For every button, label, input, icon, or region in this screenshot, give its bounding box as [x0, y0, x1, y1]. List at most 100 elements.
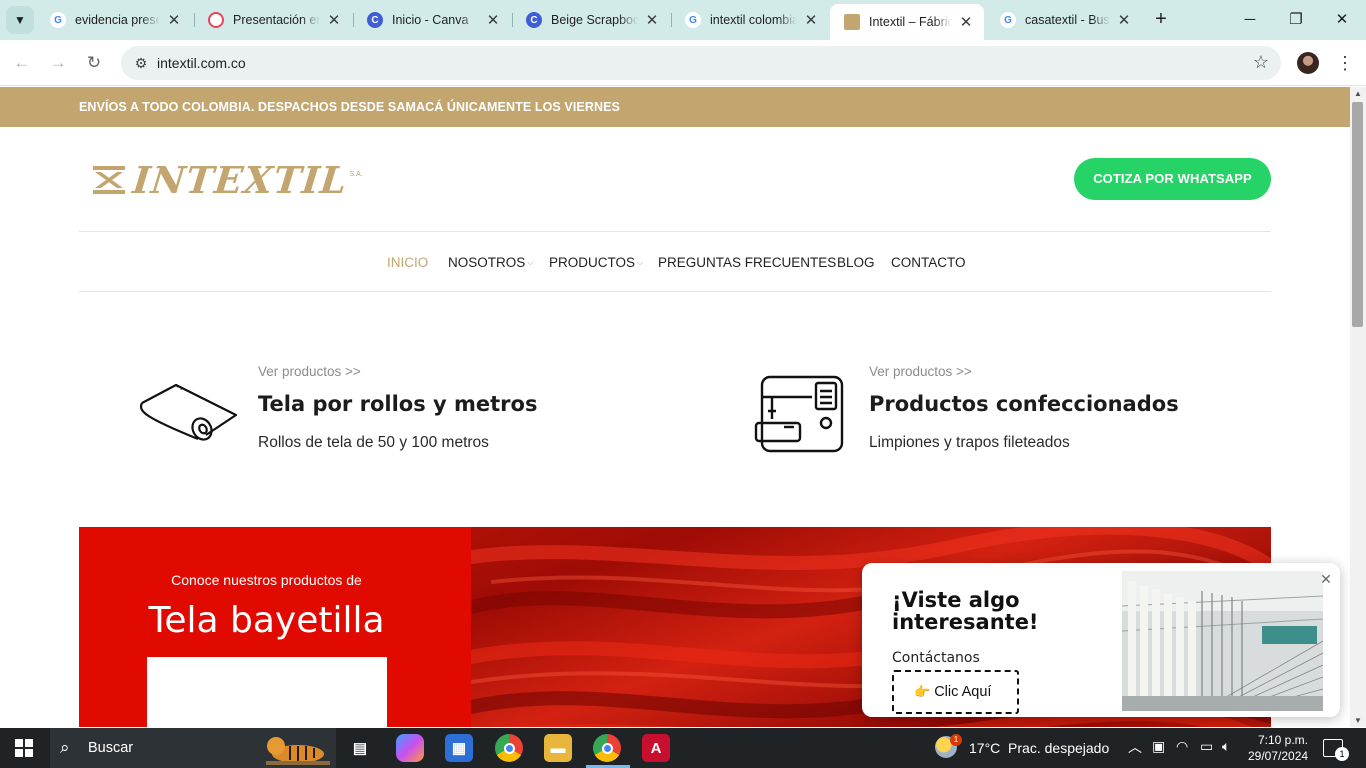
back-arrow-icon[interactable]: ← — [10, 51, 34, 75]
scroll-down-arrow-icon[interactable]: ▼ — [1354, 716, 1362, 725]
close-tab-icon[interactable]: ✕ — [166, 11, 182, 29]
new-tab-button[interactable]: + — [1150, 8, 1172, 30]
ver-productos-link[interactable]: Ver productos >> — [869, 364, 972, 379]
microsoft-store-icon[interactable]: ▦ — [445, 734, 473, 762]
task-view-icon[interactable]: ▤ — [346, 734, 374, 762]
minimize-window-button[interactable]: ─ — [1238, 8, 1262, 32]
nav-item-inicio[interactable]: INICIO — [387, 255, 428, 270]
nav-label: INICIO — [387, 255, 429, 270]
popup-subtitle: Contáctanos — [892, 650, 980, 666]
file-explorer-icon[interactable]: ▬ — [544, 734, 572, 762]
volume-icon[interactable]: 🔈︎ — [1222, 738, 1230, 768]
tiger-illustration-icon — [266, 737, 330, 765]
restore-window-button[interactable]: ❐ — [1284, 8, 1308, 32]
browser-tab[interactable]: G intextil colombia ✕ — [671, 4, 829, 36]
close-popup-icon[interactable]: ✕ — [1318, 571, 1334, 587]
sewing-machine-icon — [754, 375, 844, 453]
nav-item-productos[interactable]: PRODUCTOS ⌵ — [549, 255, 643, 270]
battery-icon[interactable]: ▭ — [1200, 738, 1213, 768]
nav-item-contacto[interactable]: CONTACTO — [891, 255, 966, 270]
nav-label: NOSOTROS — [448, 255, 526, 270]
banner-promo-panel: Conoce nuestros productos de Tela bayeti… — [79, 527, 471, 727]
copilot-icon[interactable] — [396, 734, 424, 762]
close-tab-icon[interactable]: ✕ — [326, 11, 342, 29]
web-page: ENVÍOS A TODO COLOMBIA. DESPACHOS DESDE … — [0, 87, 1350, 727]
banner-product-image — [147, 657, 387, 727]
page-scrollbar[interactable]: ▲ ▼ — [1350, 87, 1366, 727]
browser-tab[interactable]: C Beige Scrapbook ✕ — [512, 4, 670, 36]
pointing-hand-icon: 👉 — [914, 684, 931, 699]
tab-title: Intextil – Fábrica — [869, 15, 952, 29]
nav-label: BLOG — [837, 255, 875, 270]
slides-icon — [208, 12, 224, 28]
popup-cta-button[interactable]: 👉 Clic Aquí — [892, 670, 1019, 714]
tab-title: Inicio - Canva — [392, 13, 469, 27]
google-icon: G — [1000, 12, 1016, 28]
browser-tab[interactable]: G casatextil - Busc ✕ — [986, 4, 1142, 36]
banner-subtitle: Conoce nuestros productos de — [171, 572, 362, 588]
clock-time: 7:10 p.m. — [1257, 733, 1308, 747]
close-tab-icon[interactable]: ✕ — [1116, 11, 1132, 29]
windows-start-icon[interactable] — [15, 739, 33, 757]
browser-tab[interactable]: C Inicio - Canva ✕ — [353, 4, 511, 36]
google-icon: G — [50, 12, 66, 28]
scrollbar-thumb[interactable] — [1352, 102, 1363, 327]
bookmark-star-icon[interactable]: ☆ — [1253, 52, 1269, 73]
site-info-icon[interactable]: ⚙ — [131, 53, 151, 73]
forward-arrow-icon[interactable]: → — [46, 51, 70, 75]
nav-item-blog[interactable]: BLOG — [837, 255, 875, 270]
site-logo[interactable]: INTEXTIL S.A. — [91, 158, 363, 202]
acrobat-icon[interactable]: A — [642, 734, 670, 762]
close-tab-icon[interactable]: ✕ — [644, 11, 660, 29]
show-hidden-icons-icon[interactable]: ︿ — [1128, 737, 1142, 768]
chrome-profile-icon[interactable] — [593, 734, 621, 762]
weather-widget[interactable]: 1 17°C Prac. despejado — [935, 728, 1115, 768]
windows-taskbar: ⌕ Buscar ▤ ▦ ▬ A 1 17°C Prac. despejado … — [0, 728, 1366, 768]
url-text[interactable]: intextil.com.co — [157, 55, 246, 71]
chrome-icon[interactable] — [495, 734, 523, 762]
whatsapp-quote-button[interactable]: COTIZA POR WHATSAPP — [1074, 158, 1271, 200]
cta-label: Clic Aquí — [934, 684, 992, 700]
browser-tab-strip: ▼ G evidencia presen ✕ Presentación en ✕… — [0, 0, 1366, 40]
feature-description: Rollos de tela de 50 y 100 metros — [258, 434, 489, 451]
meet-now-icon[interactable]: ▣ — [1152, 738, 1165, 768]
feature-title[interactable]: Productos confeccionados — [869, 392, 1179, 416]
banner-title: Tela bayetilla — [148, 600, 385, 641]
popup-title: ¡Viste algo interesante! — [892, 588, 1039, 634]
close-tab-icon[interactable]: ✕ — [803, 11, 819, 29]
reload-icon[interactable]: ↻ — [82, 51, 106, 75]
feature-title[interactable]: Tela por rollos y metros — [258, 392, 537, 416]
close-window-button[interactable]: ✕ — [1330, 8, 1354, 32]
intextil-logo-mark — [93, 166, 125, 194]
canva-icon: C — [526, 12, 542, 28]
search-icon: ⌕ — [60, 738, 70, 757]
system-clock[interactable]: 7:10 p.m. 29/07/2024 — [1248, 732, 1308, 764]
nav-label: CONTACTO — [891, 255, 966, 270]
scroll-up-arrow-icon[interactable]: ▲ — [1354, 89, 1362, 98]
feature-description: Limpiones y trapos fileteados — [869, 434, 1070, 451]
nav-item-nosotros[interactable]: NOSOTROS ⌵ — [448, 255, 533, 270]
address-bar[interactable]: ⚙ intextil.com.co ☆ — [121, 46, 1281, 80]
chevron-down-icon: ⌵ — [527, 258, 534, 267]
browser-tab[interactable]: G evidencia presen ✕ — [36, 4, 192, 36]
browser-menu-icon[interactable]: ⋮ — [1336, 51, 1354, 75]
fabric-roll-icon — [139, 383, 238, 441]
close-tab-icon[interactable]: ✕ — [958, 13, 974, 31]
browser-tab-active[interactable]: Intextil – Fábrica ✕ — [830, 4, 984, 40]
nav-item-preguntas-frecuentes[interactable]: PREGUNTAS FRECUENTES — [658, 255, 836, 270]
announcement-bar: ENVÍOS A TODO COLOMBIA. DESPACHOS DESDE … — [0, 87, 1350, 127]
tab-title: intextil colombia — [710, 13, 797, 27]
logo-suffix: S.A. — [349, 170, 363, 178]
weather-badge: 1 — [950, 734, 962, 746]
ver-productos-link[interactable]: Ver productos >> — [258, 364, 361, 379]
wifi-icon[interactable]: ◠ — [1176, 738, 1188, 768]
close-tab-icon[interactable]: ✕ — [485, 11, 501, 29]
nav-label: PRODUCTOS — [549, 255, 636, 270]
main-navigation: INICIO NOSOTROS ⌵ PRODUCTOS ⌵ PREGUNTAS FR… — [79, 231, 1271, 292]
browser-toolbar: ← → ↻ ⚙ intextil.com.co ☆ ⋮ — [0, 40, 1366, 86]
browser-tab[interactable]: Presentación en ✕ — [194, 4, 352, 36]
tab-search-button[interactable]: ▼ — [6, 6, 34, 34]
taskbar-search-label: Buscar — [88, 740, 134, 756]
profile-avatar[interactable] — [1297, 52, 1319, 74]
factory-photo — [1122, 571, 1323, 711]
